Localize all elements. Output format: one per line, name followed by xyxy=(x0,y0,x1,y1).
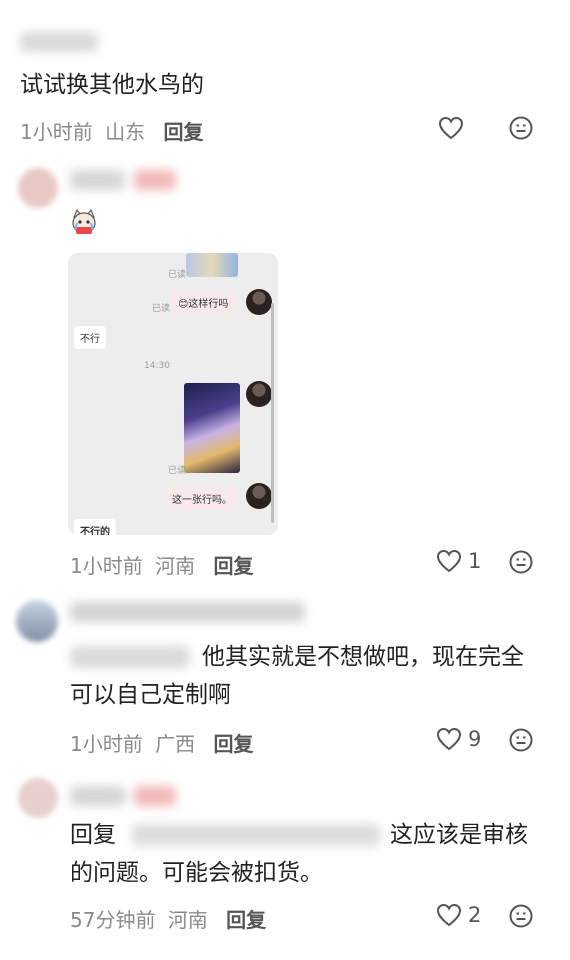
comment-meta: 57分钟前 河南 回复 xyxy=(70,904,266,933)
image-thumbnail-top xyxy=(186,253,238,277)
emoji-button[interactable] xyxy=(509,116,533,140)
comment-location: 河南 xyxy=(167,908,208,932)
chat-screenshot-image[interactable]: 已读 😊这样行吗 已读 不行 14:30 已读 这一张行吗。 不行的 xyxy=(68,253,278,535)
username-blurred xyxy=(70,170,125,190)
heart-icon xyxy=(436,727,462,751)
badge-blurred xyxy=(134,786,176,806)
reply-button[interactable]: 回复 xyxy=(163,120,203,144)
reply-bubble: 不行 xyxy=(74,326,106,349)
reply-button[interactable]: 回复 xyxy=(213,732,253,756)
chat-avatar xyxy=(246,289,272,315)
emoji-icon xyxy=(509,904,533,928)
comment-time: 1小时前 xyxy=(20,120,93,144)
comment-text: 他其实就是不想做吧，现在完全可以自己定制啊 xyxy=(70,644,524,708)
avatar[interactable] xyxy=(18,168,58,208)
chat-timestamp: 14:30 xyxy=(144,361,170,371)
reply-bubble: 不行的 xyxy=(74,519,116,535)
like-button[interactable] xyxy=(438,116,464,140)
emoji-icon xyxy=(509,728,533,752)
username-blurred xyxy=(20,32,98,52)
read-label: 已读 xyxy=(168,270,187,280)
avatar[interactable] xyxy=(16,600,58,642)
message-bubble: 😊这样行吗 xyxy=(172,291,235,314)
comment-location: 山东 xyxy=(105,120,146,144)
like-count: 9 xyxy=(468,727,482,751)
comment-meta: 1小时前 河南 回复 xyxy=(70,550,253,579)
message-bubble: 这一张行吗。 xyxy=(166,487,238,510)
emoji-button[interactable] xyxy=(509,728,533,752)
like-button[interactable]: 9 xyxy=(436,727,481,751)
comment-location: 河南 xyxy=(155,554,196,578)
like-button[interactable]: 1 xyxy=(436,549,481,573)
read-label: 已读 xyxy=(152,304,171,314)
avatar[interactable] xyxy=(18,778,58,818)
like-count: 1 xyxy=(468,549,482,573)
reply-button[interactable]: 回复 xyxy=(226,908,266,932)
comment-time: 57分钟前 xyxy=(70,908,156,932)
sticker-emoji xyxy=(70,208,98,236)
emoji-button[interactable] xyxy=(509,550,533,574)
reply-button[interactable]: 回复 xyxy=(213,554,253,578)
read-label: 已读 xyxy=(168,466,187,476)
anime-image xyxy=(184,383,240,473)
username-blurred xyxy=(70,602,305,622)
emoji-button[interactable] xyxy=(509,904,533,928)
heart-icon xyxy=(438,116,464,140)
comment-meta: 1小时前 广西 回复 xyxy=(70,728,253,757)
chat-avatar xyxy=(246,381,272,407)
chat-avatar xyxy=(246,483,272,509)
scrollbar[interactable] xyxy=(271,303,274,523)
emoji-icon xyxy=(509,550,533,574)
emoji-icon xyxy=(509,116,533,140)
badge-blurred xyxy=(134,170,176,190)
like-button[interactable]: 2 xyxy=(436,903,481,927)
username-blurred xyxy=(70,786,126,806)
comment-text: 试试换其他水鸟的 xyxy=(20,72,204,98)
comment-text: 这应该是审核的问题。可能会被扣货。 xyxy=(70,822,528,886)
comment-time: 1小时前 xyxy=(70,554,143,578)
comment-meta: 1小时前 山东 回复 xyxy=(20,116,203,145)
like-count: 2 xyxy=(468,903,482,927)
comment-time: 1小时前 xyxy=(70,732,143,756)
heart-icon xyxy=(436,903,462,927)
comment-location: 广西 xyxy=(155,732,196,756)
heart-icon xyxy=(436,549,462,573)
